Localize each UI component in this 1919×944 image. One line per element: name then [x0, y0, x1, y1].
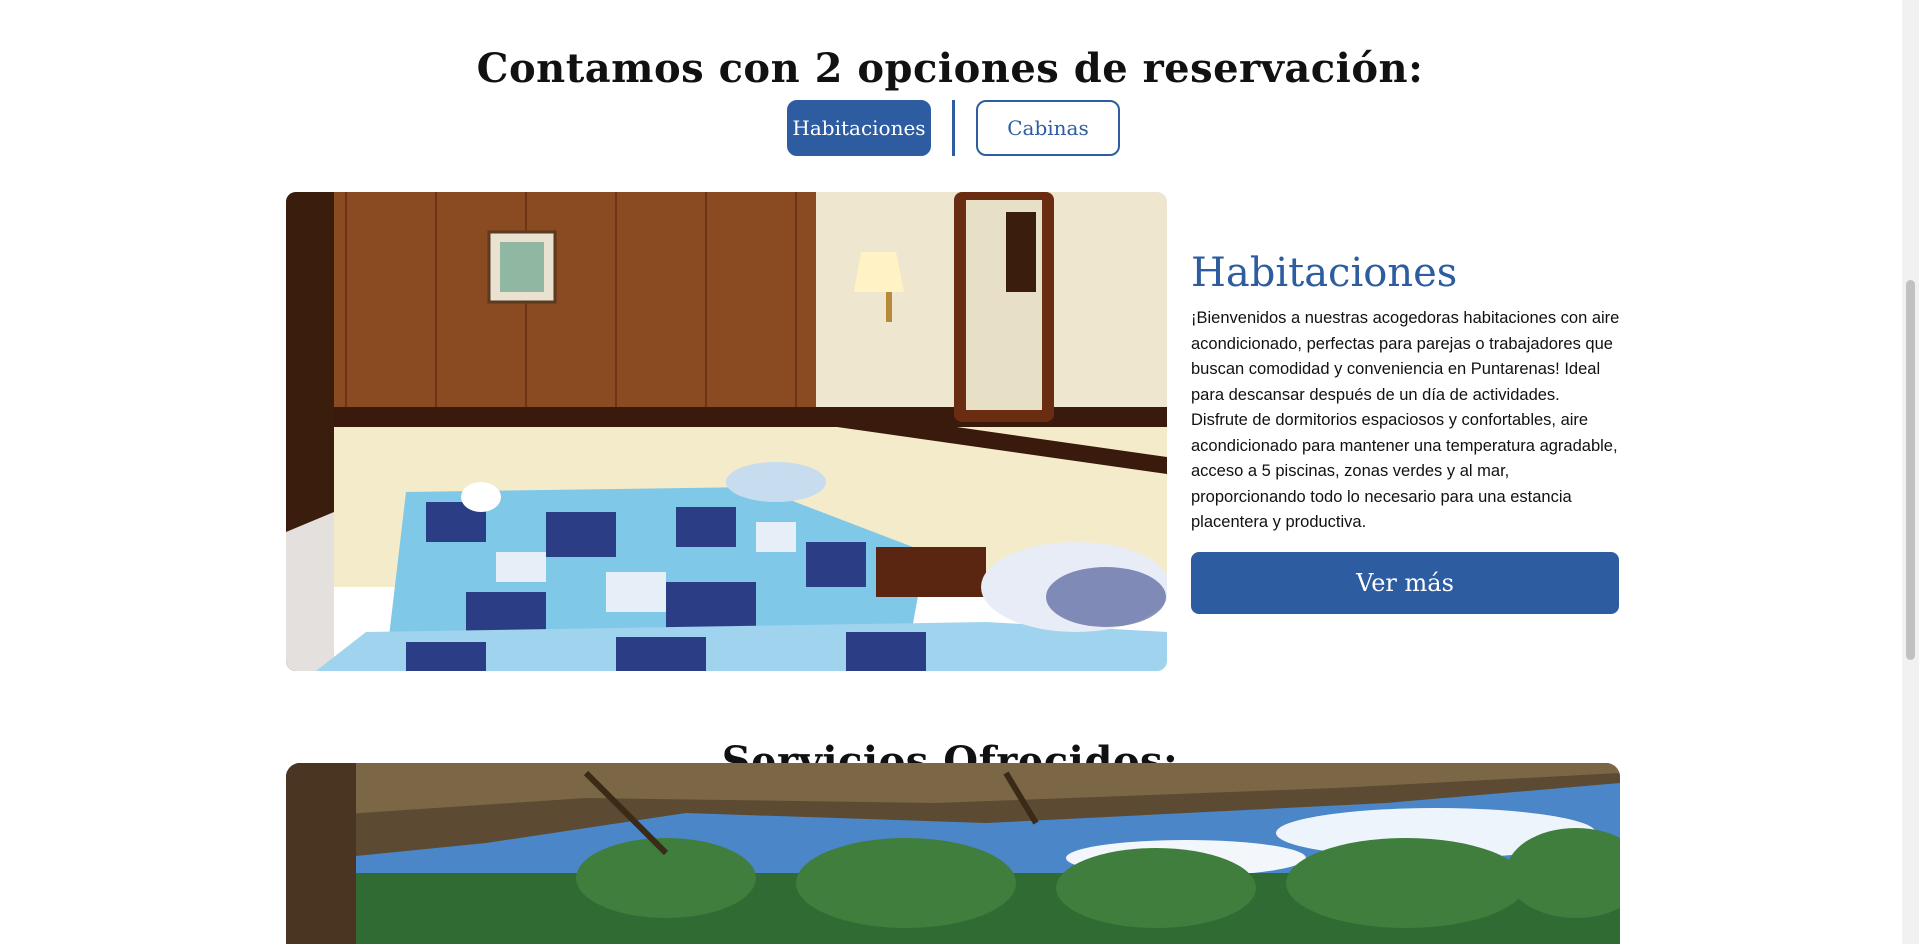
room-info: Habitaciones ¡Bienvenidos a nuestras aco…: [1191, 250, 1621, 536]
reservation-toggle: Habitaciones Cabinas: [787, 100, 1120, 156]
room-heading: Habitaciones: [1191, 250, 1458, 296]
reservation-options-title: Contamos con 2 opciones de reservación:: [476, 44, 1424, 92]
habitaciones-tab[interactable]: Habitaciones: [787, 100, 931, 156]
page-scrollbar[interactable]: [1902, 0, 1919, 944]
ver-mas-button[interactable]: Ver más: [1191, 552, 1619, 614]
room-photo: [286, 192, 1167, 671]
services-photo: [286, 763, 1620, 944]
scrollbar-thumb[interactable]: [1906, 280, 1915, 660]
toggle-divider: [952, 100, 955, 156]
room-description: ¡Bienvenidos a nuestras acogedoras habit…: [1191, 309, 1620, 531]
cabinas-tab[interactable]: Cabinas: [976, 100, 1120, 156]
